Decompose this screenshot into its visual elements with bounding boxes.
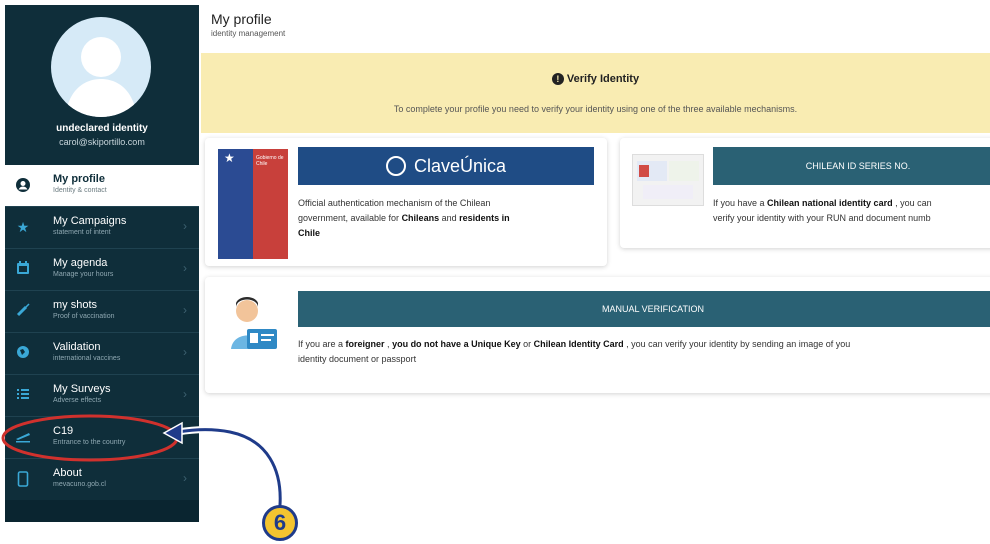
star-icon: ★: [16, 219, 30, 235]
plane-icon: [15, 429, 31, 445]
sidebar-item-label: C19: [53, 425, 74, 437]
claveunica-text-line: government, available for Chileans and r…: [298, 213, 510, 223]
claveunica-card[interactable]: ★ Gobierno de Chile ClaveÚnica Official …: [205, 138, 607, 266]
sidebar-item-label: My agenda: [53, 257, 108, 269]
chevron-right-icon: ›: [183, 261, 187, 275]
manual-text-line: If you are a foreigner , you do not have…: [298, 339, 851, 349]
avatar: [51, 17, 151, 117]
sidebar-item-sublabel: Identity & contact: [53, 187, 107, 194]
calendar-icon: [15, 261, 31, 277]
sidebar-item-about[interactable]: About mevacuno.gob.cl ›: [5, 459, 199, 501]
sidebar-item-sublabel: Manage your hours: [53, 271, 114, 278]
claveunica-text-line: Chile: [298, 228, 321, 238]
chevron-right-icon: ›: [183, 219, 187, 233]
sidebar-footer: [5, 500, 199, 522]
exclamation-icon: !: [551, 73, 564, 86]
sidebar-item-sublabel: statement of intent: [53, 229, 111, 236]
step-badge: 6: [262, 505, 298, 541]
manual-text-line: identity document or passport: [298, 354, 417, 364]
flag-text: Gobierno de Chile: [256, 155, 284, 167]
syringe-icon: [15, 303, 31, 319]
sidebar-item-label: About: [53, 467, 82, 479]
chilean-id-description: If you have a Chilean national identity …: [713, 196, 990, 226]
page-title: My profile: [211, 11, 272, 27]
sidebar-item-my-shots[interactable]: my shots Proof of vaccination ›: [5, 291, 199, 333]
sidebar-item-label: My Surveys: [53, 383, 111, 395]
page-subtitle: identity management: [211, 29, 286, 38]
chilean-id-card[interactable]: CHILEAN ID SERIES NO. If you have a Chil…: [620, 138, 990, 248]
sidebar-item-label: My Campaigns: [53, 215, 127, 227]
star-icon: ★: [224, 151, 235, 165]
person-with-id-illustration: [219, 289, 289, 359]
claveunica-label: ClaveÚnica: [413, 155, 507, 176]
sidebar-item-my-agenda[interactable]: My agenda Manage your hours ›: [5, 249, 199, 291]
sidebar-item-label: Validation: [53, 341, 101, 353]
sidebar-nav: My profile Identity & contact ★ My Campa…: [5, 165, 199, 501]
claveunica-text-line: Official authentication mechanism of the…: [298, 198, 491, 208]
banner-title-text: Verify Identity: [566, 73, 640, 85]
claveunica-description: Official authentication mechanism of the…: [298, 196, 598, 241]
list-icon: [15, 387, 31, 403]
chevron-right-icon: ›: [183, 345, 187, 359]
chevron-right-icon: ›: [183, 471, 187, 485]
sidebar-item-my-profile[interactable]: My profile Identity & contact: [5, 165, 199, 207]
user-icon: [15, 177, 31, 193]
claveunica-button[interactable]: ClaveÚnica: [298, 147, 594, 185]
sidebar-item-validation[interactable]: Validation international vaccines ›: [5, 333, 199, 375]
id-card-image: [632, 154, 704, 206]
manual-verification-card[interactable]: MANUAL VERIFICATION If you are a foreign…: [205, 277, 990, 393]
manual-verification-button[interactable]: MANUAL VERIFICATION: [298, 291, 990, 327]
phone-icon: [15, 471, 31, 487]
verify-identity-banner: ! Verify Identity To complete your profil…: [201, 53, 990, 133]
user-name: undeclared identity: [56, 123, 148, 134]
person-silhouette-icon: [65, 37, 137, 117]
sidebar-item-sublabel: international vaccines: [53, 355, 121, 362]
chilean-id-button[interactable]: CHILEAN ID SERIES NO.: [713, 147, 990, 185]
banner-title: ! Verify Identity: [201, 73, 990, 86]
claveunica-logo-icon: [385, 156, 406, 176]
chevron-right-icon: ›: [183, 303, 187, 317]
sidebar-item-c19[interactable]: C19 Entrance to the country: [5, 417, 199, 459]
chevron-right-icon: ›: [183, 387, 187, 401]
sidebar-item-sublabel: Adverse effects: [53, 397, 102, 404]
banner-text: To complete your profile you need to ver…: [393, 104, 798, 114]
sidebar: undeclared identity carol@skiportillo.co…: [5, 5, 199, 522]
chilean-id-text-line: If you have a Chilean national identity …: [713, 198, 932, 208]
sidebar-item-label: my shots: [53, 299, 98, 311]
sidebar-item-my-surveys[interactable]: My Surveys Adverse effects ›: [5, 375, 199, 417]
chilean-id-text-line: verify your identity with your RUN and d…: [713, 213, 931, 223]
sidebar-item-my-campaigns[interactable]: ★ My Campaigns statement of intent ›: [5, 207, 199, 249]
manual-verification-description: If you are a foreigner , you do not have…: [298, 337, 990, 367]
user-email: carol@skiportillo.com: [59, 137, 145, 147]
globe-icon: [15, 345, 31, 361]
sidebar-item-sublabel: Entrance to the country: [53, 439, 126, 446]
gobierno-de-chile-logo: ★ Gobierno de Chile: [218, 149, 288, 259]
sidebar-item-label: My profile: [53, 173, 105, 185]
sidebar-item-sublabel: Proof of vaccination: [53, 313, 115, 320]
sidebar-item-sublabel: mevacuno.gob.cl: [53, 481, 106, 488]
